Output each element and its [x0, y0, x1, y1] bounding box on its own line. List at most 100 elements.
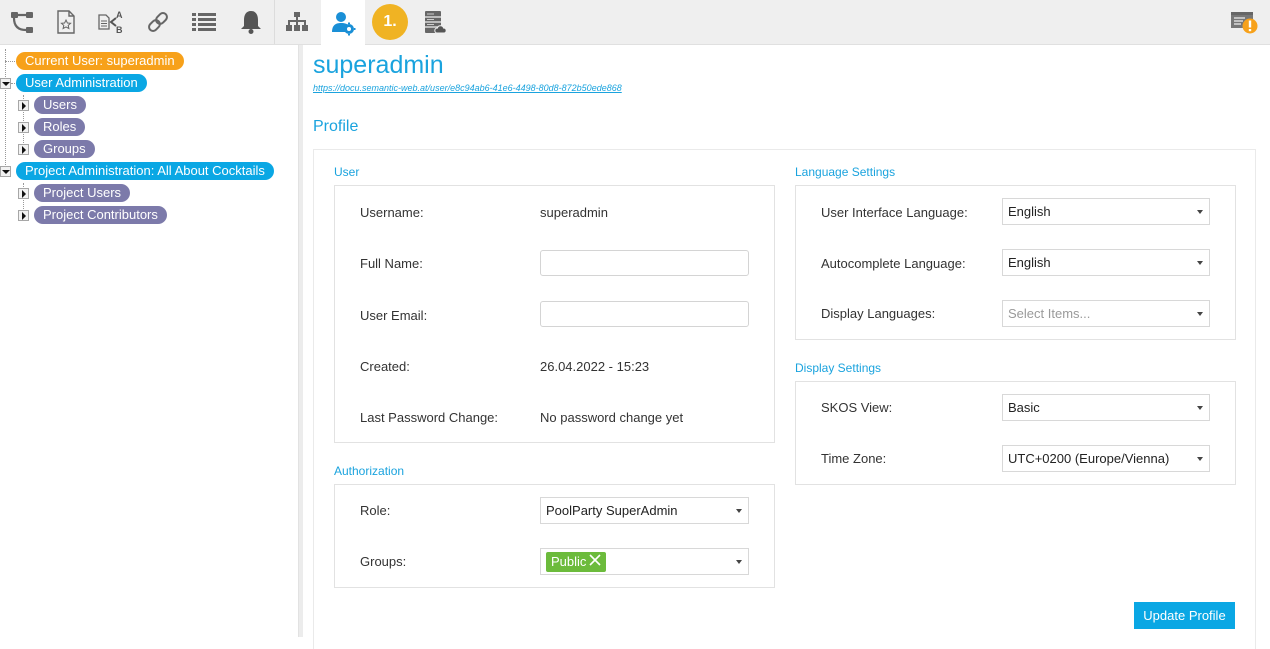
user-admin-collapse-toggle[interactable]	[0, 78, 11, 89]
list-button[interactable]	[182, 0, 226, 44]
document-mapping-button[interactable]: A B	[88, 0, 132, 44]
autocomplete-language-select[interactable]: English	[1002, 249, 1210, 276]
username-value: superadmin	[540, 205, 608, 220]
display-settings-title: Display Settings	[795, 361, 882, 375]
document-mapping-icon: A B	[98, 10, 123, 35]
workflow-icon	[11, 12, 33, 33]
tree-node-project-administration[interactable]: Project Administration: All About Cockta…	[16, 162, 274, 180]
page-title: superadmin	[313, 51, 444, 79]
time-zone-value: UTC+0200 (Europe/Vienna)	[1008, 451, 1170, 466]
autocomplete-language-value: English	[1008, 255, 1051, 270]
user-uri-link[interactable]: https://docu.semantic-web.at/user/e8c94a…	[313, 83, 622, 93]
user-settings-icon	[332, 11, 356, 35]
groups-multiselect[interactable]: Public	[540, 548, 749, 575]
full-name-input[interactable]	[540, 250, 749, 276]
update-profile-button[interactable]: Update Profile	[1134, 602, 1235, 629]
last-password-change-label: Last Password Change:	[360, 410, 499, 425]
svg-text:B: B	[116, 25, 123, 35]
project-users-expand-toggle[interactable]	[18, 188, 29, 199]
display-settings-section: SKOS View: Basic Time Zone: UTC+0200 (Eu…	[795, 381, 1236, 485]
user-email-input[interactable]	[540, 301, 749, 327]
chevron-right-icon	[21, 101, 26, 110]
created-label: Created:	[360, 359, 410, 374]
display-languages-select[interactable]: Select Items...	[1002, 300, 1210, 327]
notifications-button[interactable]	[229, 0, 273, 44]
tree-node-groups[interactable]: Groups	[34, 140, 95, 158]
user-settings-button[interactable]	[321, 0, 365, 45]
role-selected-value: PoolParty SuperAdmin	[546, 503, 678, 518]
main-content: superadmin https://docu.semantic-web.at/…	[303, 45, 1270, 649]
full-name-label: Full Name:	[360, 256, 423, 271]
ui-language-select[interactable]: English	[1002, 198, 1210, 225]
tree-node-project-contributors[interactable]: Project Contributors	[34, 206, 167, 224]
profile-heading: Profile	[313, 118, 359, 135]
workflow-button[interactable]	[0, 0, 44, 44]
chevron-down-icon	[736, 509, 742, 513]
server-cloud-button[interactable]	[413, 0, 457, 44]
chevron-right-icon	[21, 123, 26, 132]
chevron-down-icon	[1197, 312, 1203, 316]
chevron-down-icon	[1197, 406, 1203, 410]
toolbar: A B 1.	[0, 0, 1270, 45]
tree-node-users[interactable]: Users	[34, 96, 86, 114]
link-button[interactable]	[136, 0, 180, 44]
tree-node-user-administration[interactable]: User Administration	[16, 74, 147, 92]
roles-label[interactable]: Roles	[34, 118, 86, 136]
favorite-document-button[interactable]	[44, 0, 88, 44]
log-warning-icon	[1231, 12, 1258, 34]
svg-text:A: A	[116, 10, 123, 20]
favorite-document-icon	[57, 10, 75, 34]
tree-node-current-user[interactable]: Current User: superadmin	[16, 52, 184, 70]
step-badge-button[interactable]: 1.	[368, 0, 412, 44]
chevron-down-icon	[736, 560, 742, 564]
list-icon	[192, 13, 216, 31]
language-settings-section: User Interface Language: English Autocom…	[795, 185, 1236, 340]
chevron-down-icon	[1, 169, 10, 174]
tree-connector	[5, 49, 6, 171]
link-icon	[148, 12, 168, 32]
chevron-right-icon	[21, 211, 26, 220]
project-admin-collapse-toggle[interactable]	[0, 166, 11, 177]
chevron-right-icon	[21, 189, 26, 198]
display-languages-label: Display Languages:	[821, 306, 936, 321]
time-zone-label: Time Zone:	[821, 451, 887, 466]
skos-view-value: Basic	[1008, 400, 1040, 415]
hierarchy-icon	[286, 12, 308, 31]
hierarchy-button[interactable]	[275, 0, 319, 44]
user-email-label: User Email:	[360, 308, 428, 323]
bell-icon	[241, 11, 261, 34]
project-administration-label[interactable]: Project Administration: All About Cockta…	[16, 162, 274, 180]
roles-expand-toggle[interactable]	[18, 122, 29, 133]
group-tag-label: Public	[551, 554, 587, 569]
autocomplete-language-label: Autocomplete Language:	[821, 256, 966, 271]
user-section: Username: superadmin Full Name: User Ema…	[334, 185, 775, 443]
skos-view-select[interactable]: Basic	[1002, 394, 1210, 421]
groups-expand-toggle[interactable]	[18, 144, 29, 155]
time-zone-select[interactable]: UTC+0200 (Europe/Vienna)	[1002, 445, 1210, 472]
tree-node-project-users[interactable]: Project Users	[34, 184, 131, 202]
chevron-down-icon	[1, 81, 10, 86]
project-contributors-expand-toggle[interactable]	[18, 210, 29, 221]
tree-node-roles[interactable]: Roles	[34, 118, 86, 136]
remove-tag-icon[interactable]	[589, 554, 601, 569]
log-warning-button[interactable]	[1222, 0, 1266, 44]
users-expand-toggle[interactable]	[18, 100, 29, 111]
display-languages-placeholder: Select Items...	[1008, 306, 1091, 321]
last-password-change-value: No password change yet	[540, 410, 684, 425]
ui-language-value: English	[1008, 204, 1051, 219]
username-label: Username:	[360, 205, 424, 220]
project-contributors-label[interactable]: Project Contributors	[34, 206, 167, 224]
current-user-label[interactable]: Current User: superadmin	[16, 52, 184, 70]
role-select[interactable]: PoolParty SuperAdmin	[540, 497, 749, 524]
users-label[interactable]: Users	[34, 96, 86, 114]
ui-language-label: User Interface Language:	[821, 205, 968, 220]
chevron-down-icon	[1197, 261, 1203, 265]
sidebar-tree: Current User: superadmin User Administra…	[0, 45, 298, 637]
role-label: Role:	[360, 503, 391, 518]
chevron-down-icon	[1197, 210, 1203, 214]
user-administration-label[interactable]: User Administration	[16, 74, 147, 92]
skos-view-label: SKOS View:	[821, 400, 893, 415]
project-users-label[interactable]: Project Users	[34, 184, 131, 202]
language-settings-title: Language Settings	[795, 165, 896, 179]
groups-label[interactable]: Groups	[34, 140, 95, 158]
